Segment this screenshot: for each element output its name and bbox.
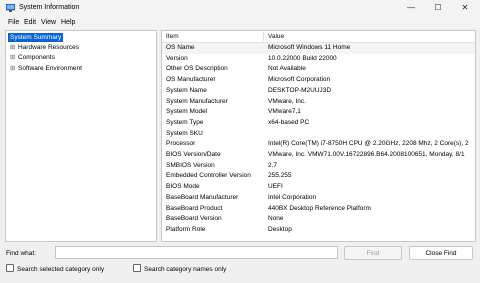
value-cell: [268, 129, 472, 140]
tree-item-label: Components: [18, 54, 55, 61]
value-cell: VMware, Inc.: [268, 97, 306, 105]
menu-file[interactable]: File: [7, 18, 20, 27]
table-row[interactable]: Processor Intel(R) Core(TM) i7-8750H CPU …: [162, 139, 475, 150]
item-cell: Processor: [166, 140, 196, 148]
tree-item[interactable]: ⊞ Hardware Resources: [10, 43, 79, 52]
item-cell: System Manufacturer: [166, 97, 228, 105]
search-selected-category-checkbox[interactable]: Search selected category only: [6, 264, 104, 273]
value-cell: 440BX Desktop Reference Platform: [268, 204, 371, 212]
item-cell: System Type: [166, 118, 204, 126]
table-row[interactable]: System Type x64-based PC: [162, 118, 475, 129]
column-header-item[interactable]: Item: [166, 32, 179, 42]
checkbox-label: Search selected category only: [17, 266, 105, 273]
item-cell: BIOS Version/Date: [166, 151, 221, 158]
value-cell: 255.255: [268, 172, 292, 180]
table-row[interactable]: Platform Role Desktop: [162, 225, 475, 236]
value-cell: Intel(R) Core(TM) i7-8750H CPU @ 2.20GHz…: [268, 140, 469, 148]
checkbox-label: Search category names only: [144, 266, 227, 273]
find-button[interactable]: Find: [344, 246, 402, 260]
category-tree[interactable]: System Summary ⊞ Hardware Resources ⊞ Compon…: [5, 30, 157, 242]
minimize-button[interactable]: —: [398, 0, 424, 16]
item-cell: BaseBoard Version: [166, 215, 222, 223]
window-title: System Information: [19, 4, 80, 11]
table-row[interactable]: BIOS Version/Date VMware, Inc. VMW71.00V.…: [162, 150, 475, 161]
item-cell: SMBIOS Version: [166, 161, 215, 169]
value-cell: UEFI: [268, 183, 283, 191]
value-cell: Microsoft Corporation: [268, 76, 331, 84]
table-row[interactable]: Other OS Description Not Available: [162, 64, 475, 75]
checkbox-box[interactable]: [6, 264, 14, 272]
close-button[interactable]: ✕: [452, 0, 478, 16]
value-cell: VMware7,1: [268, 108, 301, 116]
tree-item[interactable]: ⊞ Components: [10, 53, 55, 62]
table-row[interactable]: Version 10.0.22000 Build 22000: [162, 54, 475, 65]
table-row[interactable]: SMBIOS Version 2.7: [162, 161, 475, 172]
table-row[interactable]: System Name DESKTOP-M2UUJ3D: [162, 86, 475, 97]
table-row[interactable]: OS Manufacturer Microsoft Corporation: [162, 75, 475, 86]
item-cell: BaseBoard Manufacturer: [166, 193, 239, 201]
column-header-value[interactable]: Value: [268, 32, 284, 42]
find-what-label: Find what:: [6, 250, 36, 257]
value-cell: None: [268, 215, 284, 223]
tree-item-label: System Summary: [10, 34, 62, 41]
item-cell: BaseBoard Product: [166, 204, 223, 212]
menu-help[interactable]: Help: [60, 18, 76, 27]
item-cell: Other OS Description: [166, 65, 228, 73]
item-cell: OS Manufacturer: [166, 76, 216, 84]
expand-icon[interactable]: ⊞: [10, 64, 18, 73]
value-cell: x64-based PC: [268, 118, 310, 126]
item-cell: System Model: [166, 108, 208, 116]
maximize-button[interactable]: ☐: [425, 0, 451, 16]
table-row[interactable]: System Manufacturer VMware, Inc.: [162, 97, 475, 108]
value-cell: DESKTOP-M2UUJ3D: [268, 86, 332, 94]
table-row[interactable]: OS Name Microsoft Windows 11 Home: [162, 43, 475, 54]
value-cell: VMware, Inc. VMW71.00V.16722896.B64.2008…: [268, 151, 465, 158]
value-cell: 2.7: [268, 161, 278, 169]
find-bar: Find what: Find Close Find Search select…: [0, 242, 480, 283]
menu-edit[interactable]: Edit: [23, 18, 37, 27]
value-cell: Desktop: [268, 225, 292, 233]
expand-icon[interactable]: ⊞: [10, 53, 18, 62]
tree-item[interactable]: ⊞ Software Environment: [10, 64, 82, 73]
table-header: Item Value: [162, 31, 475, 43]
menu-view[interactable]: View: [40, 18, 57, 27]
tree-item-label: Hardware Resources: [18, 44, 80, 51]
item-cell: System SKU: [166, 129, 203, 137]
system-information-icon: [6, 4, 15, 12]
system-information-window: System Information — ☐ ✕ File Edit View …: [0, 0, 480, 283]
search-category-names-checkbox[interactable]: Search category names only: [133, 264, 226, 273]
menu-bar: File Edit View Help: [0, 16, 480, 29]
details-table: Item Value OS Name Microsoft Windows 11 H…: [161, 30, 476, 242]
item-cell: System Name: [166, 86, 207, 94]
title-bar: System Information — ☐ ✕: [0, 0, 480, 16]
item-cell: Embedded Controller Version: [166, 172, 251, 180]
column-divider[interactable]: [263, 32, 264, 41]
value-cell: 10.0.22000 Build 22000: [268, 54, 337, 62]
tree-item-label: Software Environment: [18, 65, 82, 72]
value-cell: Not Available: [268, 65, 306, 73]
item-cell: OS Name: [166, 44, 195, 51]
checkbox-box[interactable]: [133, 264, 141, 272]
table-row[interactable]: BaseBoard Product 440BX Desktop Reference…: [162, 204, 475, 215]
table-row[interactable]: System Model VMware7,1: [162, 107, 475, 118]
table-row[interactable]: System SKU: [162, 129, 475, 140]
value-cell: Microsoft Windows 11 Home: [268, 44, 351, 51]
table-row[interactable]: BaseBoard Version None: [162, 214, 475, 225]
tree-item[interactable]: System Summary: [8, 33, 64, 42]
find-what-input[interactable]: [55, 246, 338, 259]
vertical-scrollbar[interactable]: [471, 42, 475, 241]
item-cell: BIOS Mode: [166, 183, 200, 191]
item-cell: Platform Role: [166, 225, 206, 233]
table-row[interactable]: BaseBoard Manufacturer Intel Corporation: [162, 193, 475, 204]
table-row[interactable]: BIOS Mode UEFI: [162, 182, 475, 193]
value-cell: Intel Corporation: [268, 193, 317, 201]
expand-icon[interactable]: ⊞: [10, 43, 18, 52]
table-row[interactable]: Embedded Controller Version 255.255: [162, 171, 475, 182]
item-cell: Version: [166, 54, 188, 62]
close-find-button[interactable]: Close Find: [409, 246, 473, 260]
